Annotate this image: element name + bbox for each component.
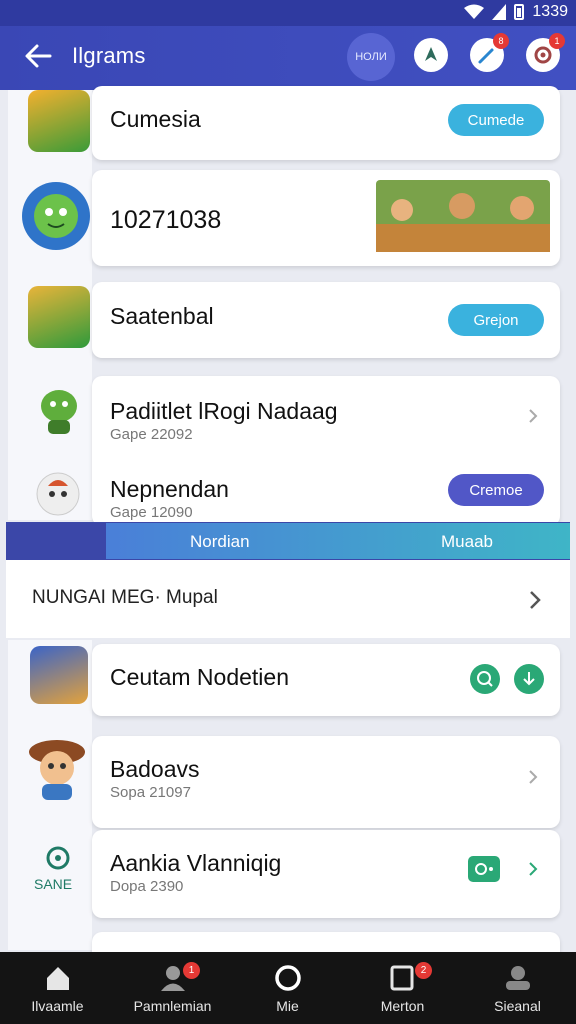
game-icon-4[interactable] <box>36 384 82 436</box>
list-item[interactable]: Padiitlet lRogi Nadaag Gape 22092 Nepnen… <box>92 376 560 526</box>
item-title: Badoavs <box>110 756 200 782</box>
settings-badge: 1 <box>549 33 565 49</box>
settings-button[interactable]: 1 <box>526 33 565 72</box>
game-icon-7[interactable] <box>24 732 90 802</box>
status-bar: 1339 <box>0 0 576 26</box>
video-button[interactable] <box>468 856 500 882</box>
search-icon <box>477 671 493 687</box>
nav-social-label: Sieanal <box>494 998 541 1014</box>
nav-social[interactable]: Sieanal <box>460 952 575 1024</box>
profile-icon <box>506 966 530 990</box>
item-subtitle: Dopa 2390 <box>110 878 184 895</box>
section-title: NUNGAI MEG· Mupal <box>32 587 218 608</box>
edit-badge: 8 <box>493 33 509 49</box>
list-item[interactable]: 10271038 <box>92 170 560 266</box>
controller-icon <box>425 47 437 61</box>
download-icon <box>523 672 535 686</box>
item-title: Padiitlet lRogi Nadaag <box>110 398 338 424</box>
tab-left[interactable]: Nordian <box>190 532 250 552</box>
list-item[interactable]: Cumesia Cumede <box>92 86 560 160</box>
tab-bar: Nordian Muaab <box>106 523 570 559</box>
nav-badge: 2 <box>415 962 432 979</box>
nav-badge: 1 <box>183 962 200 979</box>
item-subtitle: Gape 22092 <box>110 426 193 443</box>
item-title: 10271038 <box>110 206 222 234</box>
battery-icon <box>514 4 525 20</box>
chevron-right-icon <box>529 770 538 784</box>
icon-caption: SANE <box>34 876 73 892</box>
item-action-button[interactable]: Cremoe <box>448 474 544 506</box>
section-header[interactable]: NUNGAI MEG· Mupal <box>6 560 570 638</box>
list-item[interactable]: Saatenbal Grejon <box>92 282 560 358</box>
item-title-2: Nepnendan <box>110 476 229 502</box>
chevron-right-icon <box>530 591 541 609</box>
item-subtitle: Sopa 21097 <box>110 784 191 801</box>
tab-right[interactable]: Muaab <box>441 532 493 552</box>
game-banner-image[interactable] <box>376 180 550 252</box>
home-icon <box>47 967 69 990</box>
game-icon-3[interactable] <box>28 286 90 348</box>
item-action-button[interactable]: Cumede <box>448 104 544 136</box>
game-icon-2[interactable] <box>20 180 92 252</box>
chevron-right-icon <box>529 862 538 876</box>
message-icon <box>390 965 414 991</box>
wifi-icon <box>464 4 485 19</box>
game-icon-1[interactable] <box>28 90 90 152</box>
list-item[interactable]: Badoavs Sopa 21097 <box>92 736 560 828</box>
bottom-navigation: Ilvaamle 1 Pamnlemian Mie 2 Merton Siean… <box>0 952 576 1024</box>
nav-mentions-label: Merton <box>380 998 425 1014</box>
nav-people[interactable]: 1 Pamnlemian <box>115 952 230 1024</box>
status-time: 1339 <box>532 3 568 20</box>
game-mode-button[interactable] <box>414 38 448 72</box>
nav-home-label: Ilvaamle <box>31 998 84 1014</box>
game-icon-8[interactable] <box>40 846 76 874</box>
back-arrow-icon[interactable] <box>22 40 54 72</box>
download-button[interactable] <box>514 664 544 694</box>
app-bar: Ilgrams НОЛИ 8 1 <box>0 26 576 90</box>
edit-button[interactable]: 8 <box>470 33 509 72</box>
page-title: Ilgrams <box>72 43 146 68</box>
nav-me-label: Mie <box>276 998 299 1014</box>
game-icon-5[interactable] <box>34 470 82 518</box>
item-title: Ceutam Nodetien <box>110 664 289 690</box>
nav-home[interactable]: Ilvaamle <box>0 952 115 1024</box>
item-title: Cumesia <box>110 106 201 132</box>
item-title: Saatenbal <box>110 303 214 329</box>
list-item[interactable]: Ceutam Nodetien <box>92 644 560 716</box>
item-subtitle-2: Gape 12090 <box>110 504 193 521</box>
circle-icon <box>275 965 301 991</box>
nav-people-label: Pamnlemian <box>133 998 212 1014</box>
list-item[interactable]: Aankia Vlanniqig Dopa 2390 <box>92 830 560 918</box>
gear-icon <box>534 46 552 64</box>
profile-pill-button[interactable]: НОЛИ <box>347 33 395 81</box>
nav-me[interactable]: Mie <box>230 952 345 1024</box>
camera-icon <box>475 863 493 875</box>
signal-icon <box>492 4 507 20</box>
pen-icon <box>478 48 494 64</box>
item-title: Aankia Vlanniqig <box>110 850 282 876</box>
nav-mentions[interactable]: 2 Merton <box>345 952 460 1024</box>
search-button[interactable] <box>470 664 500 694</box>
item-action-button[interactable]: Grejon <box>448 304 544 336</box>
chevron-right-icon <box>529 409 538 423</box>
game-icon-6[interactable] <box>30 646 88 704</box>
